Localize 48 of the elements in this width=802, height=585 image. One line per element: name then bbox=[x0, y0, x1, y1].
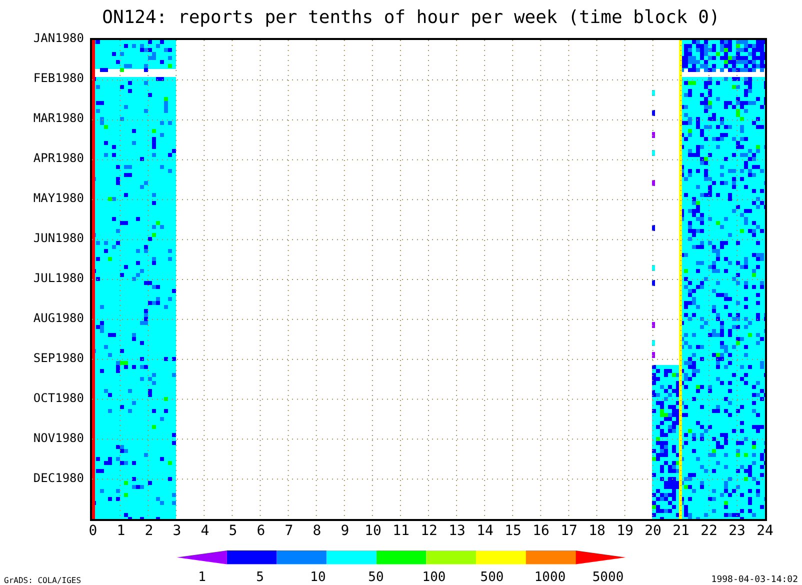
month-label: AUG1980 bbox=[33, 311, 85, 326]
colorbar-label: 500 bbox=[479, 570, 505, 585]
hour-tick-label: 5 bbox=[228, 523, 238, 540]
month-label: MAR1980 bbox=[33, 111, 85, 126]
hour-tick-label: 16 bbox=[532, 523, 550, 540]
chart-title: ON124: reports per tenths of hour per week (time block 0) bbox=[101, 6, 721, 30]
hour-tick-label: 23 bbox=[728, 523, 746, 540]
colorbar-label: 1000 bbox=[533, 570, 567, 585]
hour-tick-label: 8 bbox=[312, 523, 322, 540]
month-label: APR1980 bbox=[33, 151, 85, 166]
hour-tick-label: 22 bbox=[700, 523, 718, 540]
footer-credit: GrADS: COLA/IGES bbox=[3, 576, 82, 585]
hour-tick-label: 3 bbox=[172, 523, 182, 540]
hour-tick-label: 9 bbox=[340, 523, 350, 540]
hour-tick-label: 14 bbox=[476, 523, 494, 540]
hour-tick-label: 19 bbox=[616, 523, 634, 540]
hour-tick-label: 2 bbox=[144, 523, 154, 540]
hour-tick-label: 17 bbox=[560, 523, 578, 540]
month-label: MAY1980 bbox=[33, 191, 85, 206]
colorbar-label: 100 bbox=[421, 570, 447, 585]
month-label: OCT1980 bbox=[33, 391, 85, 406]
hour-tick-label: 10 bbox=[364, 523, 382, 540]
colorbar-label: 50 bbox=[367, 570, 385, 585]
month-label: FEB1980 bbox=[33, 71, 85, 86]
hour-tick-label: 6 bbox=[256, 523, 266, 540]
hour-tick-label: 11 bbox=[392, 523, 410, 540]
colorbar-label: 1 bbox=[197, 570, 207, 585]
hour-tick-label: 24 bbox=[756, 523, 774, 540]
hour-tick-label: 7 bbox=[284, 523, 294, 540]
month-label: JUL1980 bbox=[33, 271, 85, 286]
hour-tick-label: 13 bbox=[448, 523, 466, 540]
hour-tick-label: 12 bbox=[420, 523, 438, 540]
month-label: SEP1980 bbox=[33, 351, 85, 366]
hour-tick-label: 15 bbox=[504, 523, 522, 540]
month-label: JAN1980 bbox=[33, 31, 85, 46]
footer-timestamp: 1998-04-03-14:02 bbox=[711, 575, 799, 585]
hour-tick-label: 21 bbox=[672, 523, 690, 540]
colorbar-label: 5 bbox=[255, 570, 265, 585]
month-label: JUN1980 bbox=[33, 231, 85, 246]
hour-tick-label: 18 bbox=[588, 523, 606, 540]
colorbar-label: 5000 bbox=[591, 570, 625, 585]
hour-tick-label: 0 bbox=[88, 523, 98, 540]
hour-tick-label: 1 bbox=[116, 523, 126, 540]
month-label: NOV1980 bbox=[33, 431, 85, 446]
month-label: DEC1980 bbox=[33, 471, 85, 486]
colorbar-label: 10 bbox=[309, 570, 327, 585]
hour-tick-label: 4 bbox=[200, 523, 210, 540]
hour-tick-label: 20 bbox=[644, 523, 662, 540]
